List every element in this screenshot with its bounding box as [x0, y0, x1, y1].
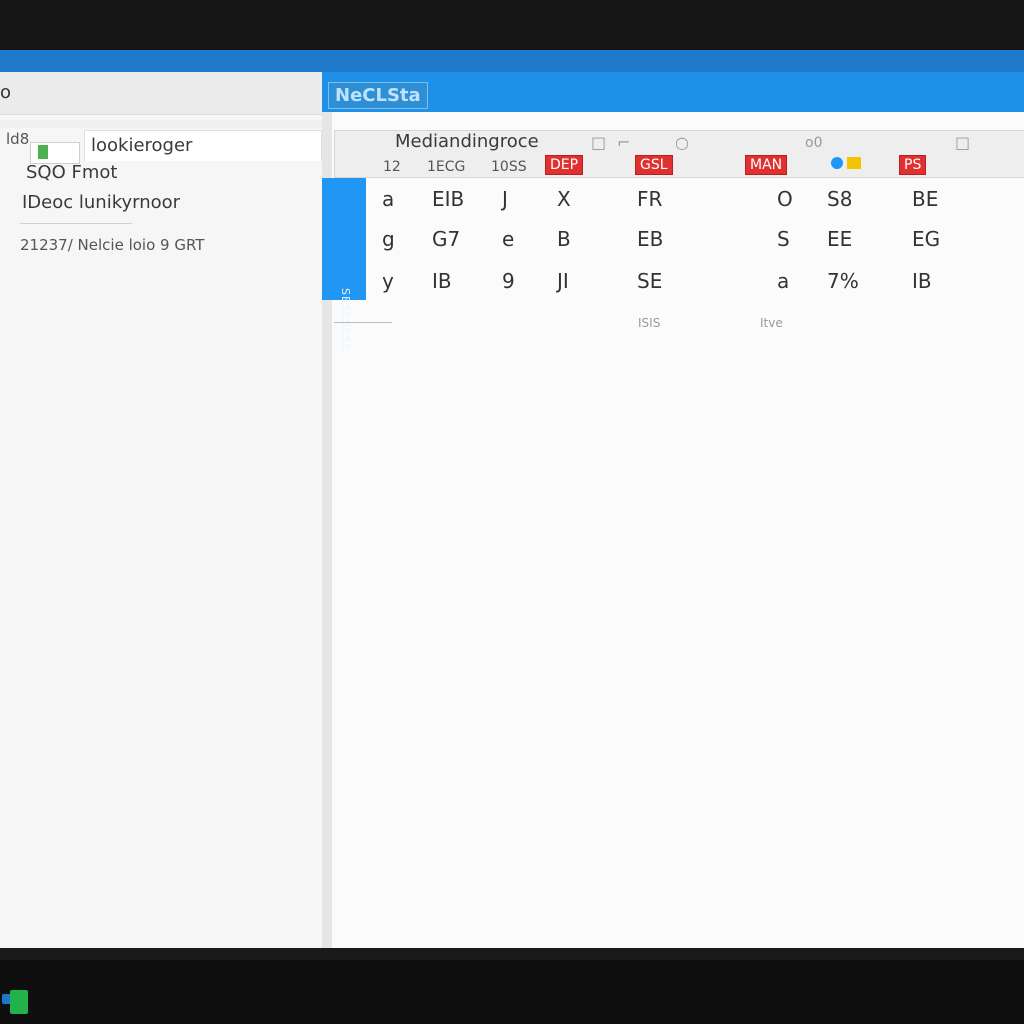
right-header-label[interactable]: NeCLSta [328, 82, 428, 109]
grid-cell[interactable]: e [502, 227, 514, 251]
grid-cell[interactable]: g [382, 227, 395, 251]
toolbar-red-button[interactable]: PS [899, 155, 927, 175]
toolbar-label: 1ECG [427, 159, 466, 175]
blue-dot-icon[interactable] [831, 157, 843, 169]
left-pane-title: o [0, 82, 12, 103]
left-field-value: lookieroger [91, 135, 193, 156]
right-pane-header: NeCLSta [322, 72, 1024, 112]
grid-cell[interactable]: EB [637, 227, 663, 251]
grid-cell[interactable]: FR [637, 187, 662, 211]
right-pane: NeCLSta Mediandingroce 12 1ECG 10SS DEP … [322, 72, 1024, 948]
grid-cell[interactable]: a [777, 269, 789, 293]
blue-side-label: SESESESE [339, 288, 352, 352]
grid-cell[interactable]: y [382, 269, 394, 293]
left-pane-header: o [0, 72, 322, 115]
grid-cell[interactable]: S8 [827, 187, 852, 211]
grid-cell[interactable]: B [557, 227, 571, 251]
footer-divider [334, 322, 392, 323]
symbol-grid: a EIB J X FR O S8 BE g G7 e B EB S EE EG… [382, 187, 992, 293]
square-icon[interactable]: □ [591, 133, 606, 152]
toolbar-icon-label: o0 [805, 135, 823, 151]
toolbar-red-button[interactable]: GSL [635, 155, 673, 175]
grid-cell[interactable]: 9 [502, 269, 515, 293]
taskbar-green-icon[interactable] [10, 990, 28, 1014]
corner-icon[interactable]: ⌐ [617, 133, 630, 152]
toolbar: Mediandingroce 12 1ECG 10SS DEP GSL MAN … [334, 130, 1024, 178]
grid-cell[interactable]: 7% [827, 269, 859, 293]
grid-cell[interactable]: G7 [432, 227, 460, 251]
grid-cell[interactable]: JI [557, 269, 569, 293]
grid-cell[interactable]: O [777, 187, 793, 211]
grid-cell[interactable]: IB [912, 269, 932, 293]
footer-label: ISIS [638, 316, 661, 330]
grid-cell[interactable]: EE [827, 227, 852, 251]
left-pane-subheader [0, 120, 322, 128]
grid-cell[interactable]: EG [912, 227, 940, 251]
yellow-block-icon[interactable] [847, 157, 861, 169]
left-list-item[interactable]: 21237/ Nelcie loio 9 GRT [20, 236, 204, 254]
toolbar-title: Mediandingroce [395, 131, 539, 152]
left-list-item[interactable]: IDeoc lunikyrnoor [22, 192, 180, 213]
toolbar-red-button[interactable]: MAN [745, 155, 788, 175]
toolbar-label: 10SS [491, 159, 527, 175]
grid-cell[interactable]: EIB [432, 187, 464, 211]
toolbar-red-button[interactable]: DEP [545, 155, 584, 175]
left-field-panel[interactable]: lookieroger [84, 130, 322, 161]
taskbar [0, 960, 1024, 1024]
grid-cell[interactable]: a [382, 187, 394, 211]
footer-label: Itve [760, 316, 783, 330]
grid-cell[interactable]: J [502, 187, 508, 211]
left-pane: o ld8 lookieroger SQO Fmot IDeoc lunikyr… [0, 72, 323, 948]
grid-cell[interactable]: IB [432, 269, 452, 293]
left-separator [20, 223, 132, 224]
circle-icon[interactable]: ○ [675, 133, 689, 152]
window-title-accent [0, 50, 1024, 72]
left-row-label: ld8 [6, 130, 30, 148]
grid-cell[interactable]: S [777, 227, 790, 251]
grid-cell[interactable]: SE [637, 269, 662, 293]
window-top-bezel [0, 0, 1024, 50]
toolbar-label: 12 [383, 159, 401, 175]
grid-cell[interactable]: BE [912, 187, 938, 211]
left-list-item[interactable]: SQO Fmot [26, 162, 117, 183]
green-indicator-icon [38, 145, 48, 159]
square-icon[interactable]: □ [955, 133, 970, 152]
grid-cell[interactable]: X [557, 187, 571, 211]
blue-side-tab[interactable]: SESESESE [322, 178, 366, 352]
